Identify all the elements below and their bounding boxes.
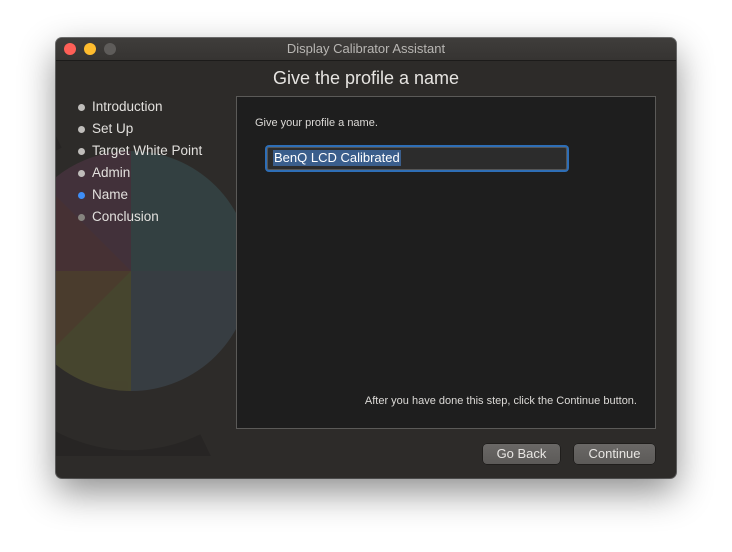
- step-introduction: Introduction: [76, 96, 246, 118]
- go-back-button[interactable]: Go Back: [483, 444, 560, 464]
- step-label: Target White Point: [92, 143, 203, 158]
- step-label: Name: [92, 187, 129, 202]
- page-heading: Give the profile a name: [272, 68, 460, 88]
- title-bar[interactable]: Display Calibrator Assistant: [56, 38, 676, 61]
- profile-name-input[interactable]: BenQ LCD Calibrated: [267, 147, 567, 170]
- profile-name-value[interactable]: BenQ LCD Calibrated: [273, 150, 401, 166]
- continue-button[interactable]: Continue: [574, 444, 655, 464]
- step-target-white-point: Target White Point: [76, 140, 246, 162]
- current-step-bullet-icon: [78, 192, 85, 199]
- step-bullet-icon: [78, 148, 85, 155]
- prompt-text: Give your profile a name.: [255, 117, 378, 129]
- step-bullet-icon: [78, 170, 85, 177]
- step-bullet-icon: [78, 126, 85, 133]
- step-label: Introduction: [92, 99, 163, 114]
- step-name: Name: [76, 184, 246, 206]
- step-label: Admin: [92, 165, 131, 180]
- step-label: Set Up: [92, 121, 134, 136]
- continue-hint-text: After you have done this step, click the…: [364, 395, 637, 407]
- step-conclusion: Conclusion: [76, 206, 246, 228]
- step-bullet-icon: [78, 104, 85, 111]
- step-admin: Admin: [76, 162, 246, 184]
- step-label: Conclusion: [92, 209, 159, 224]
- content-panel: Give your profile a name. BenQ LCD Calib…: [236, 96, 656, 429]
- calibrator-window: Display Calibrator Assistant Give the pr…: [56, 38, 676, 478]
- step-bullet-icon: [78, 214, 85, 221]
- window-title: Display Calibrator Assistant: [286, 41, 446, 56]
- step-list: Introduction Set Up Target White Point A…: [76, 96, 246, 228]
- step-set-up: Set Up: [76, 118, 246, 140]
